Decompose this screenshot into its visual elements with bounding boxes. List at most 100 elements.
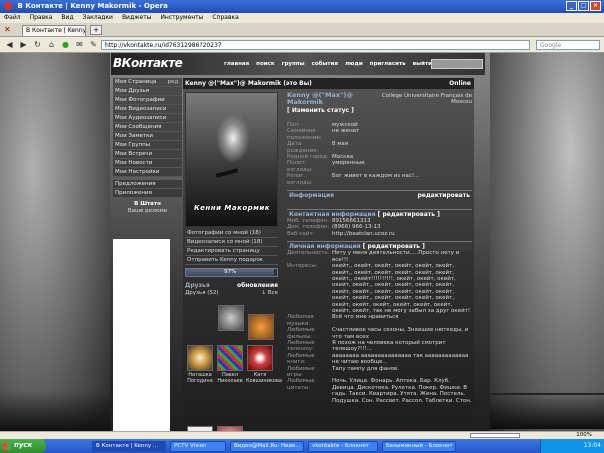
nav-logout[interactable]: выйти bbox=[413, 61, 432, 67]
info-value[interactable]: 8 мая bbox=[332, 141, 472, 154]
taskbar-item-pctv[interactable]: PCTV Vision bbox=[170, 441, 226, 452]
top-nav: главная поиск группы события люди пригла… bbox=[224, 61, 432, 67]
opera-logo-icon bbox=[4, 2, 12, 10]
friends-all-link[interactable]: ↓ Все bbox=[261, 290, 278, 296]
info-value[interactable]: окейт,, окейт, окейт, окейт, окейт, окей… bbox=[332, 263, 472, 314]
nav-groups[interactable]: группы bbox=[282, 61, 305, 67]
menu-my-groups[interactable]: Мои Группы bbox=[113, 141, 182, 150]
back-icon[interactable]: ◀ bbox=[4, 39, 15, 50]
info-key: Любимая музыка: bbox=[287, 314, 314, 327]
friend-avatar bbox=[247, 345, 273, 371]
friend-item[interactable]: Наташка Погодина bbox=[186, 345, 214, 384]
site-search-input[interactable] bbox=[431, 59, 483, 69]
menu-my-events[interactable]: Мои Встречи bbox=[113, 150, 182, 159]
info-value[interactable]: не женат bbox=[332, 128, 472, 141]
maximize-button[interactable]: □ bbox=[578, 1, 589, 11]
photos-with-me-link[interactable]: Фотографии со мной (18) bbox=[185, 229, 278, 238]
tab-bar: ✕ В Контакте | Kenny Ma... + bbox=[0, 23, 604, 37]
minimize-button[interactable]: _ bbox=[566, 1, 577, 11]
personal-section-header: Личная информация [ редактировать ] bbox=[287, 241, 472, 251]
menu-my-messages[interactable]: Мои Сообщения bbox=[113, 123, 182, 132]
menu-my-notes[interactable]: Мои Заметки bbox=[113, 132, 182, 141]
ad-title[interactable]: В Штатн bbox=[113, 201, 182, 207]
new-tab-button[interactable]: + bbox=[90, 25, 102, 35]
info-value[interactable]: умеренные bbox=[332, 160, 472, 173]
info-value[interactable]: Бог живет в каждом из нас!... bbox=[332, 173, 472, 186]
info-row: Любимые игры: Тапу тампу для фанов. bbox=[287, 366, 472, 379]
menu-my-settings[interactable]: Мои Настройки bbox=[113, 168, 182, 177]
edit-page-link[interactable]: Редактировать страницу bbox=[185, 247, 278, 256]
close-tab-icon[interactable]: ✕ bbox=[4, 25, 16, 35]
nav-events[interactable]: события bbox=[312, 61, 338, 67]
menu-my-news[interactable]: Мои Новости bbox=[113, 159, 182, 168]
friend-avatar-top[interactable] bbox=[217, 305, 245, 332]
edit-contact-link[interactable]: [ редактировать ] bbox=[378, 211, 440, 218]
menu-help[interactable]: Справка bbox=[212, 14, 238, 22]
info-key: Религ. взгляды: bbox=[287, 173, 313, 186]
menu-edit[interactable]: Правка bbox=[30, 14, 53, 22]
info-value[interactable]: аааааааа ааааааааааааааа так ааааааааааа… bbox=[332, 353, 472, 366]
background-left bbox=[0, 53, 110, 439]
friend-item[interactable]: Катя Ковшиникова bbox=[246, 345, 282, 384]
menu-file[interactable]: Файл bbox=[4, 14, 21, 22]
wand-icon[interactable]: ● bbox=[60, 39, 71, 50]
forward-icon[interactable]: ▶ bbox=[18, 39, 29, 50]
menu-my-videos[interactable]: Мои Видеозаписи bbox=[113, 105, 182, 114]
nav-people[interactable]: люди bbox=[345, 61, 363, 67]
send-gift-link[interactable]: Отправить Kenny подарок bbox=[185, 256, 278, 265]
search-input[interactable]: Google bbox=[536, 40, 600, 50]
info-key: Любимые телешоу: bbox=[287, 339, 315, 353]
edit-personal-link[interactable]: [ редактировать ] bbox=[363, 243, 425, 250]
close-button[interactable]: × bbox=[590, 1, 601, 11]
taskbar-item-opera[interactable]: В Контакте | Kenny ... bbox=[92, 441, 166, 452]
nav-search[interactable]: поиск bbox=[256, 61, 274, 67]
info-value[interactable]: Всё что мне нравиться bbox=[332, 314, 472, 327]
zoom-level[interactable]: 100% bbox=[576, 432, 592, 438]
edit-info-link[interactable]: редактировать bbox=[417, 192, 470, 199]
info-value[interactable]: Ночь. Улица. Фонарь. Аптека. Бар. Клуб. … bbox=[332, 378, 472, 404]
home-icon[interactable]: ⌂ bbox=[46, 39, 57, 50]
taskbar-item-notepad2[interactable]: Безымянный - Блокнот bbox=[382, 441, 456, 452]
taskbar-item-video[interactable]: Видео@Mail.Ru: Неав... bbox=[230, 441, 304, 452]
friend-avatar-top2[interactable] bbox=[247, 314, 275, 341]
videos-with-me-link[interactable]: Видеозаписи со мной (18) bbox=[185, 238, 278, 247]
tab-vkontakte[interactable]: В Контакте | Kenny Ma... bbox=[22, 25, 86, 36]
nav-invite[interactable]: пригласить bbox=[370, 61, 406, 67]
info-row: Полит. взгляды: умеренные bbox=[287, 160, 472, 173]
menu-view[interactable]: Вид bbox=[61, 14, 73, 22]
edit-icon[interactable]: ✎ bbox=[88, 39, 99, 50]
info-value[interactable]: Счастливое часы сезоны, Знаешие нюткеды,… bbox=[332, 327, 472, 340]
menu-bar: Файл Правка Вид Закладки Виджеты Инструм… bbox=[0, 13, 604, 23]
nav-home[interactable]: главная bbox=[224, 61, 249, 67]
menu-my-audio[interactable]: Мои Аудиозаписи bbox=[113, 114, 182, 123]
menu-my-photos[interactable]: Мои Фотографии bbox=[113, 96, 182, 105]
menu-my-page[interactable]: Моя Страница ред. bbox=[113, 78, 182, 87]
ad-subtitle[interactable]: Ваше резюме bbox=[113, 208, 182, 214]
menu-apps[interactable]: Приложения bbox=[113, 189, 182, 198]
menu-widgets[interactable]: Виджеты bbox=[122, 14, 152, 22]
start-button[interactable]: пуск bbox=[0, 439, 46, 453]
mail-icon[interactable]: ✉ bbox=[74, 39, 85, 50]
change-status-link[interactable]: [ Изменить статус ] bbox=[287, 107, 472, 114]
menu-offers[interactable]: Предложения bbox=[113, 180, 182, 189]
friends-title[interactable]: Друзья bbox=[185, 282, 210, 289]
profile-university[interactable]: Collège Universitaire Français de Moscou bbox=[372, 93, 472, 105]
info-value[interactable]: Нету у меня деятельности.....Просто нету… bbox=[332, 250, 472, 263]
info-value[interactable]: Я похож на человека который смотрит теле… bbox=[332, 340, 472, 353]
clock[interactable]: 13:04 bbox=[584, 442, 601, 449]
menu-bookmarks[interactable]: Закладки bbox=[83, 14, 113, 22]
info-value[interactable]: Тапу тампу для фанов. bbox=[332, 366, 472, 379]
taskbar-item-notepad1[interactable]: vkontakte - Блокнот bbox=[308, 441, 378, 452]
info-key: Любимые игры: bbox=[287, 365, 315, 378]
profile-photo[interactable]: Кенни Макормик bbox=[185, 92, 278, 227]
reload-icon[interactable]: ↻ bbox=[32, 39, 43, 50]
ad-banner[interactable] bbox=[113, 239, 170, 434]
address-input[interactable]: http://vkontakte.ru/id76312986?20237 bbox=[101, 40, 530, 50]
edit-menu-link[interactable]: ред. bbox=[168, 78, 180, 86]
menu-my-friends[interactable]: Мои Друзья bbox=[113, 87, 182, 96]
friends-updates[interactable]: обновления bbox=[237, 282, 278, 289]
info-value[interactable]: http://beatclan.ucoz.ru bbox=[332, 231, 472, 237]
friend-item[interactable]: Павел Николаев bbox=[216, 345, 244, 384]
vk-logo[interactable]: ВКонтакте bbox=[113, 56, 183, 70]
menu-tools[interactable]: Инструменты bbox=[160, 14, 203, 22]
